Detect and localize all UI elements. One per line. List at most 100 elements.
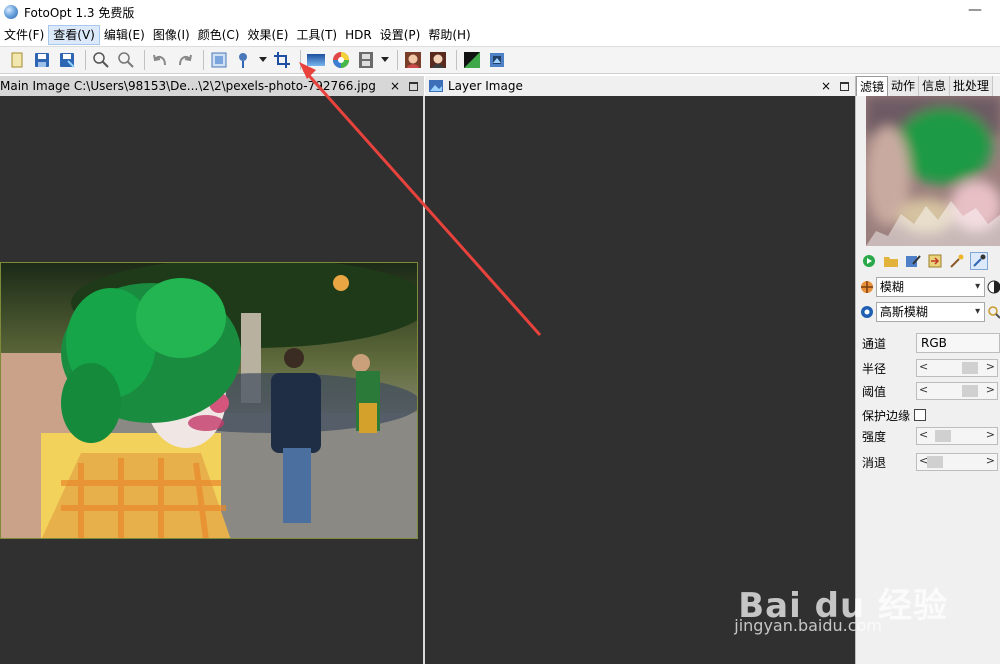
main-photo[interactable]: [0, 262, 418, 539]
toolbar-separator: [144, 50, 145, 70]
slider-left-arrow[interactable]: <: [919, 360, 928, 373]
slider-left-arrow[interactable]: <: [919, 383, 928, 396]
right-panel: 滤镜 动作 信息 批处理 模糊 ▾ 高斯模糊 ▾ 通道 RGB 半径 < > 阈…: [855, 76, 1000, 664]
threshold-slider[interactable]: < >: [916, 382, 998, 400]
baidu-watermark: Bai du 经验 jingyan.baidu.com: [734, 578, 948, 635]
contrast-icon[interactable]: [987, 280, 1000, 294]
search-icon[interactable]: [987, 305, 1000, 319]
menu-hdr[interactable]: HDR: [341, 25, 376, 45]
undo-icon[interactable]: [149, 49, 171, 71]
clown-photo: [1, 263, 417, 538]
menu-image[interactable]: 图像(I): [149, 25, 194, 45]
portrait-icon[interactable]: [402, 49, 424, 71]
slider-thumb[interactable]: [927, 456, 943, 468]
redo-icon[interactable]: [174, 49, 196, 71]
filter-type-row: 高斯模糊 ▾: [860, 301, 1000, 323]
close-icon[interactable]: ×: [821, 79, 831, 93]
strength-slider[interactable]: < >: [916, 427, 998, 445]
menu-help[interactable]: 帮助(H): [424, 25, 474, 45]
maximize-icon[interactable]: [840, 81, 849, 91]
menu-file[interactable]: 文件(F): [0, 25, 48, 45]
threshold-label: 阈值: [862, 384, 887, 399]
watermark-url: jingyan.baidu.com: [734, 616, 882, 635]
slider-thumb[interactable]: [935, 430, 951, 442]
toolbar-separator: [85, 50, 86, 70]
slider-right-arrow[interactable]: >: [986, 454, 995, 467]
filter-type-select[interactable]: 高斯模糊 ▾: [875, 302, 986, 322]
radius-row: 半径 < >: [862, 358, 1000, 378]
layer-image-title: Layer Image: [448, 79, 523, 93]
chevron-down-icon[interactable]: [258, 49, 268, 71]
title-bar: FotoOpt 1.3 免费版 —: [0, 0, 1000, 24]
filter-type-value: 高斯模糊: [879, 305, 928, 319]
app-logo-icon: [4, 5, 18, 19]
zoom-out-icon[interactable]: [115, 49, 137, 71]
maximize-icon[interactable]: [409, 81, 418, 91]
magic-icon[interactable]: [948, 252, 966, 270]
filter-category-value: 模糊: [879, 280, 904, 294]
crop-icon[interactable]: [271, 49, 293, 71]
menu-color[interactable]: 颜色(C): [194, 25, 244, 45]
filmstrip-icon[interactable]: [355, 49, 377, 71]
window-title: FotoOpt 1.3 免费版: [24, 5, 135, 20]
toolbar-separator: [300, 50, 301, 70]
menu-settings[interactable]: 设置(P): [376, 25, 425, 45]
image-icon[interactable]: [486, 49, 508, 71]
chevron-down-icon: ▾: [975, 281, 981, 292]
toolbar-separator: [203, 50, 204, 70]
fade-slider[interactable]: < >: [916, 453, 998, 471]
gradient-icon[interactable]: [305, 49, 327, 71]
slider-right-arrow[interactable]: >: [986, 383, 995, 396]
radius-label: 半径: [862, 361, 887, 376]
close-icon[interactable]: ×: [390, 79, 400, 93]
protect-edges-row: 保护边缘: [862, 405, 1000, 425]
new-icon[interactable]: [6, 49, 28, 71]
levels-icon[interactable]: [461, 49, 483, 71]
save-icon[interactable]: [31, 49, 53, 71]
chevron-down-icon[interactable]: [380, 49, 390, 71]
menu-effects[interactable]: 效果(E): [243, 25, 292, 45]
menu-tools[interactable]: 工具(T): [292, 25, 341, 45]
radius-slider[interactable]: < >: [916, 359, 998, 377]
toolbar-separator: [397, 50, 398, 70]
slider-right-arrow[interactable]: >: [986, 428, 995, 441]
brush-icon[interactable]: [233, 49, 255, 71]
protect-edges-checkbox[interactable]: [914, 409, 927, 421]
chevron-down-icon: ▾: [975, 306, 981, 317]
menu-bar: 文件(F) 查看(V) 编辑(E) 图像(I) 颜色(C) 效果(E) 工具(T…: [0, 24, 1000, 46]
menu-view[interactable]: 查看(V): [48, 25, 100, 45]
strength-label: 强度: [862, 429, 887, 444]
color-wheel-icon[interactable]: [330, 49, 352, 71]
slider-thumb[interactable]: [962, 362, 978, 374]
channel-label: 通道: [862, 336, 887, 351]
fade-label: 消退: [862, 455, 887, 470]
tab-filters[interactable]: 滤镜: [856, 76, 889, 96]
channel-select[interactable]: RGB: [916, 333, 1000, 353]
filter-category-row: 模糊 ▾: [860, 276, 1000, 298]
filter-category-select[interactable]: 模糊 ▾: [875, 277, 986, 297]
resize-icon[interactable]: [208, 49, 230, 71]
save-as-icon[interactable]: [56, 49, 78, 71]
tab-batch[interactable]: 批处理: [950, 76, 994, 96]
slider-right-arrow[interactable]: >: [986, 360, 995, 373]
right-panel-tabs: 滤镜 动作 信息 批处理: [856, 76, 1000, 96]
radio-icon: [861, 306, 873, 318]
filter-toolbar: [860, 250, 1000, 272]
strength-row: 强度 < >: [862, 426, 1000, 446]
play-icon[interactable]: [860, 252, 878, 270]
main-image-header: Main Image C:\Users\98153\De...\2\2\pexe…: [0, 76, 424, 96]
slider-left-arrow[interactable]: <: [919, 428, 928, 441]
import-icon[interactable]: [926, 252, 944, 270]
zoom-in-icon[interactable]: [90, 49, 112, 71]
edit-icon[interactable]: [904, 252, 922, 270]
slider-thumb[interactable]: [962, 385, 978, 397]
toolbar-separator: [456, 50, 457, 70]
protect-edges-label: 保护边缘: [862, 408, 911, 423]
portrait-alt-icon[interactable]: [427, 49, 449, 71]
tab-actions[interactable]: 动作: [888, 76, 920, 96]
menu-edit[interactable]: 编辑(E): [100, 25, 149, 45]
open-folder-icon[interactable]: [882, 252, 900, 270]
tab-info[interactable]: 信息: [919, 76, 951, 96]
minimize-button[interactable]: —: [968, 2, 982, 18]
eyedropper-icon[interactable]: [970, 252, 988, 270]
